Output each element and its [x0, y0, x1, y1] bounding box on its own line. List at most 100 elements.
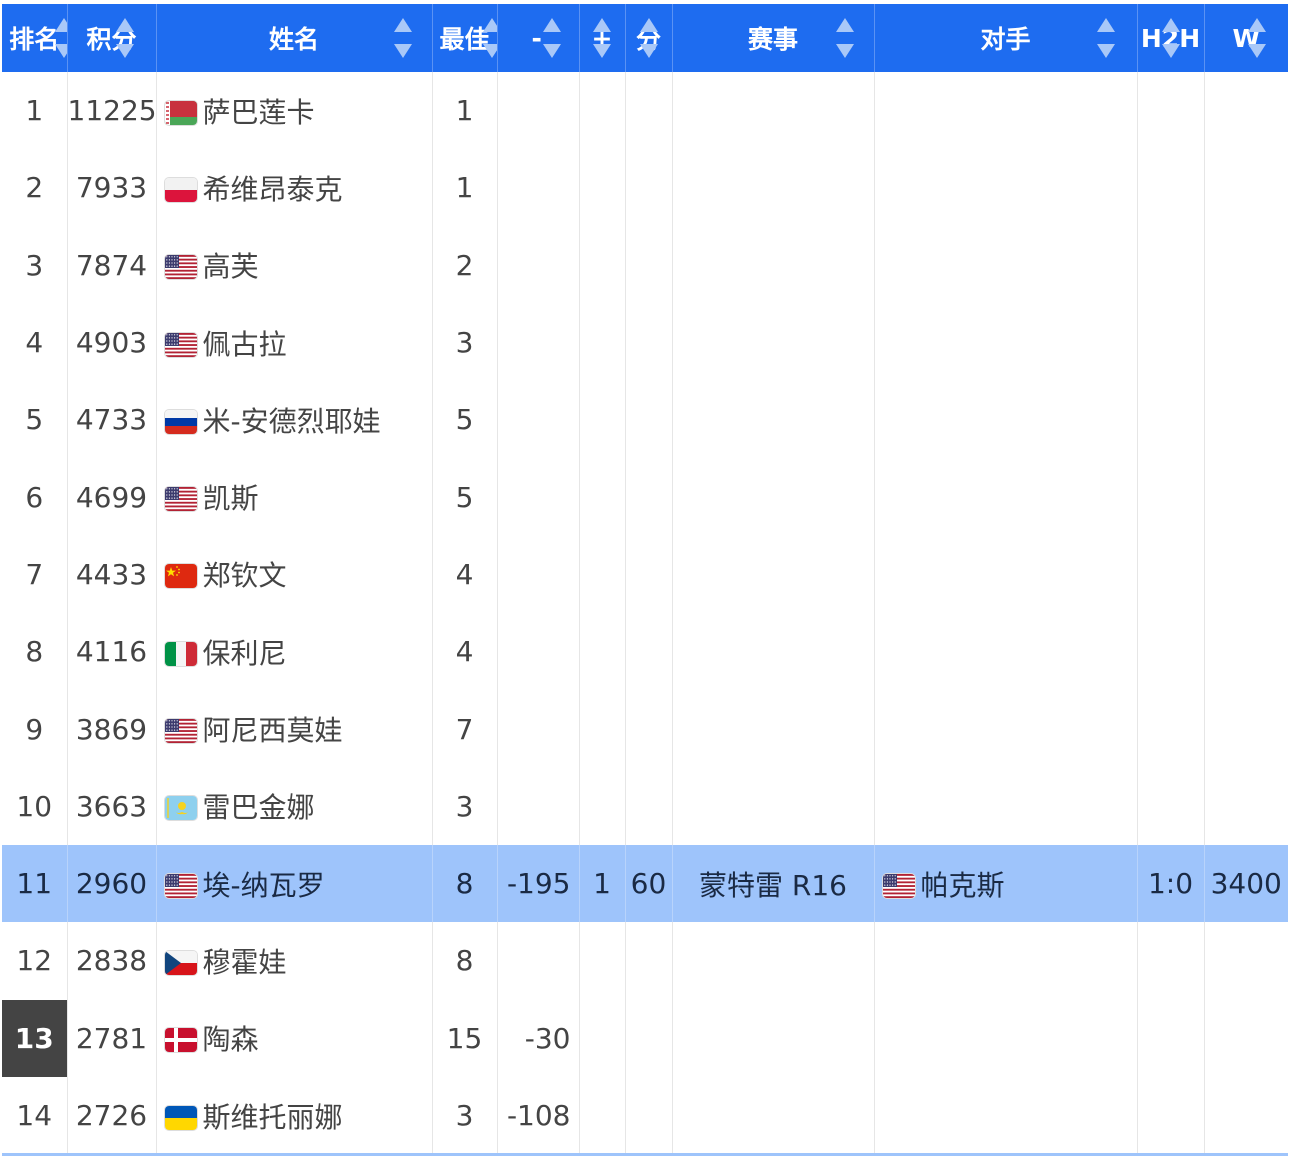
event-cell: [672, 72, 875, 150]
opponent-cell: [874, 767, 1138, 845]
plus-cell: [579, 72, 626, 150]
sort-arrows-icon[interactable]: [1160, 14, 1182, 62]
col-header-score[interactable]: 分: [625, 4, 673, 72]
player-name[interactable]: 埃-纳瓦罗: [203, 869, 325, 902]
table-row[interactable]: 11 2960 埃-纳瓦罗 8 -195 1 60 蒙特雷 R16 帕克斯 1:0 3400: [2, 844, 1288, 923]
player-name[interactable]: 雷巴金娜: [203, 791, 315, 824]
sort-arrows-icon[interactable]: [591, 14, 613, 62]
rank-cell: 8: [2, 613, 68, 691]
table-row[interactable]: 8 4116 保利尼 4: [2, 613, 1288, 691]
rank-cell: 3: [2, 226, 68, 304]
score-cell: 60: [625, 844, 673, 923]
w-cell: [1204, 458, 1288, 535]
player-cell: 希维昂泰克: [156, 149, 433, 227]
h2h-cell: [1137, 149, 1205, 227]
player-name[interactable]: 米-安德烈耶娃: [203, 405, 381, 438]
table-row[interactable]: 9 3869 阿尼西莫娃 7: [2, 690, 1288, 768]
czech-flag-icon: [164, 950, 197, 975]
player-name[interactable]: 陶森: [203, 1023, 259, 1056]
table-row[interactable]: 10 3663 雷巴金娜 3: [2, 767, 1288, 845]
col-header-name[interactable]: 姓名: [156, 4, 433, 72]
table-row[interactable]: 14 2726 斯维托丽娜 3 -108: [2, 1076, 1288, 1155]
score-cell: [625, 613, 673, 691]
plus-cell: [579, 999, 626, 1077]
sort-arrows-icon[interactable]: [1095, 14, 1117, 62]
plus-cell: [579, 613, 626, 691]
best-cell: 8: [432, 844, 498, 923]
minus-cell: [497, 72, 580, 150]
sort-arrows-icon[interactable]: [481, 14, 496, 62]
col-header-opponent[interactable]: 对手: [874, 4, 1138, 72]
best-cell: 7: [432, 690, 498, 768]
points-cell: 2781: [67, 999, 157, 1077]
player-name[interactable]: 斯维托丽娜: [203, 1101, 343, 1134]
minus-cell: [497, 535, 580, 614]
best-cell: 3: [432, 767, 498, 845]
h2h-cell: [1137, 458, 1205, 536]
table-row[interactable]: 1 11225 萨巴莲卡 1: [2, 72, 1288, 150]
opponent-cell: [874, 613, 1138, 691]
opponent-name[interactable]: 帕克斯: [921, 869, 1005, 902]
minus-cell: -108: [497, 1076, 580, 1155]
rank-cell: 6: [2, 458, 68, 536]
sort-arrows-icon[interactable]: [114, 14, 136, 62]
sort-arrows-icon[interactable]: [834, 14, 856, 62]
table-row[interactable]: 5 4733 米-安德烈耶娃 5: [2, 381, 1288, 459]
plus-cell: [579, 1076, 626, 1155]
points-cell: 7874: [67, 226, 157, 304]
usa-flag-icon: [882, 873, 915, 898]
usa-flag-icon: [164, 487, 197, 512]
player-cell: 萨巴莲卡: [156, 72, 433, 150]
table-row[interactable]: 7 4433 郑钦文 4: [2, 535, 1288, 614]
player-name[interactable]: 萨巴莲卡: [203, 96, 315, 129]
points-cell: 4733: [67, 381, 157, 459]
w-cell: [1204, 1077, 1288, 1154]
usa-flag-icon: [164, 332, 197, 357]
player-name[interactable]: 佩古拉: [203, 328, 287, 361]
best-cell: 1: [432, 72, 498, 150]
table-row[interactable]: 12 2838 穆霍娃 8: [2, 922, 1288, 1000]
col-header-minus[interactable]: -: [497, 4, 580, 72]
player-name[interactable]: 郑钦文: [203, 559, 287, 592]
table-row[interactable]: 4 4903 佩古拉 3: [2, 303, 1288, 382]
table-row[interactable]: 2 7933 希维昂泰克 1: [2, 149, 1288, 227]
opponent-cell: [874, 303, 1138, 382]
opponent-cell: 帕克斯: [874, 844, 1138, 923]
col-header-event[interactable]: 赛事: [672, 4, 875, 72]
minus-cell: [497, 303, 580, 382]
points-cell: 11225: [67, 72, 157, 150]
player-name[interactable]: 凯斯: [203, 482, 259, 515]
sort-arrows-icon[interactable]: [1246, 14, 1268, 62]
player-name[interactable]: 高芙: [203, 250, 259, 283]
col-header-points[interactable]: 积分: [67, 4, 157, 72]
table-row[interactable]: 13 2781 陶森 15 -30: [2, 999, 1288, 1077]
plus-cell: [579, 922, 626, 1000]
col-header-w[interactable]: W: [1204, 4, 1288, 72]
player-name[interactable]: 保利尼: [203, 637, 287, 670]
denmark-flag-icon: [164, 1028, 197, 1053]
table-row[interactable]: 6 4699 凯斯 5: [2, 458, 1288, 536]
player-name[interactable]: 穆霍娃: [203, 946, 287, 979]
event-cell: [672, 613, 875, 691]
points-cell: 7933: [67, 149, 157, 227]
score-cell: [625, 690, 673, 768]
sort-arrows-icon[interactable]: [541, 14, 563, 62]
col-header-rank[interactable]: 排名: [2, 4, 68, 72]
points-cell: 4116: [67, 613, 157, 691]
col-header-opponent-label: 对手: [980, 25, 1031, 54]
best-cell: 5: [432, 458, 498, 536]
sort-arrows-icon[interactable]: [392, 14, 414, 62]
belarus-flag-icon: [164, 100, 197, 125]
sort-arrows-icon[interactable]: [53, 14, 66, 62]
opponent-cell: [874, 922, 1138, 1000]
minus-cell: [497, 922, 580, 1000]
player-name[interactable]: 阿尼西莫娃: [203, 714, 343, 747]
player-name[interactable]: 希维昂泰克: [203, 173, 343, 206]
sort-arrows-icon[interactable]: [638, 14, 660, 62]
col-header-h2h[interactable]: H2H: [1137, 4, 1205, 72]
table-row[interactable]: 3 7874 高芙 2: [2, 226, 1288, 304]
minus-cell: [497, 767, 580, 845]
col-header-plus[interactable]: +: [579, 4, 626, 72]
rank-cell: 4: [2, 303, 68, 382]
col-header-best[interactable]: 最佳: [432, 4, 498, 72]
